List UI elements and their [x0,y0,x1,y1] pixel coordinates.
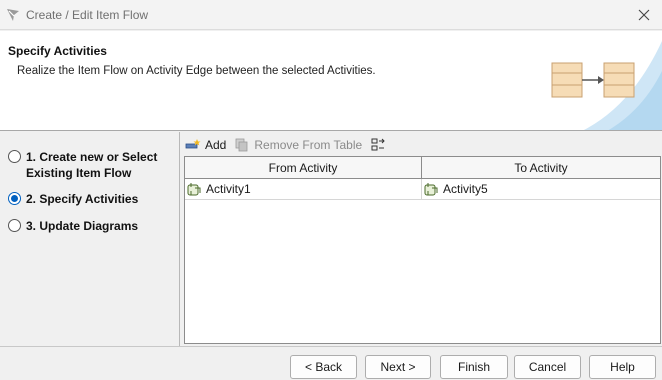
page-title: Specify Activities [8,44,107,58]
back-button[interactable]: < Back [290,355,357,379]
step-3-radio[interactable] [8,219,21,232]
remove-row-icon [235,138,248,152]
table-row[interactable]: Activity1 Activity5 [185,179,660,200]
wizard-steps: 1. Create new or Select Existing Item Fl… [0,132,180,346]
table-toolbar: Add Remove From Table [185,135,398,155]
from-activity-cell[interactable]: Activity1 [185,179,422,199]
to-activity-cell[interactable]: Activity5 [422,179,660,199]
step-2-radio[interactable] [8,192,21,205]
wizard-header: Specify Activities Realize the Item Flow… [0,31,662,131]
step-label: 2. Specify Activities [26,192,139,206]
wizard-footer: < Back Next > Finish Cancel Help [0,346,662,380]
add-row-icon [185,139,201,149]
cancel-button[interactable]: Cancel [514,355,581,379]
column-header-to-activity[interactable]: To Activity [422,157,660,179]
step-update-diagrams[interactable]: 3. Update Diagrams [8,218,138,234]
finish-button[interactable]: Finish [440,355,508,379]
remove-button-label: Remove From Table [254,138,363,152]
step-label: 3. Update Diagrams [26,219,139,233]
add-button[interactable]: Add [185,137,226,153]
close-button[interactable] [634,5,654,25]
activities-table: From Activity To Activity Activity1 Acti… [184,156,661,344]
to-activity-name: Activity5 [443,182,488,196]
step-create-or-select[interactable]: 1. Create new or Select Existing Item Fl… [8,149,176,181]
help-button[interactable]: Help [589,355,656,379]
remove-from-table-button[interactable]: Remove From Table [234,137,362,153]
add-button-label: Add [205,138,227,152]
activity-icon [187,182,201,195]
step-label: 1. Create new or Select Existing Item Fl… [26,150,158,180]
window-title: Create / Edit Item Flow [26,7,149,22]
table-options-icon [371,138,385,151]
title-bar: Create / Edit Item Flow [0,0,662,30]
step-1-radio[interactable] [8,150,21,163]
column-header-from-activity[interactable]: From Activity [185,157,422,179]
header-illustration [551,41,662,130]
close-icon [638,9,650,21]
next-button[interactable]: Next > [365,355,431,379]
table-header: From Activity To Activity [185,157,660,179]
table-options-button[interactable] [370,137,390,153]
activities-panel: Add Remove From Table From Activity To A… [181,132,662,346]
page-description: Realize the Item Flow on Activity Edge b… [17,65,376,77]
app-logo-icon [7,8,19,21]
step-specify-activities[interactable]: 2. Specify Activities [8,191,138,207]
item-flow-diagram-icon [551,62,635,98]
from-activity-name: Activity1 [206,182,251,196]
activity-icon [424,182,438,195]
